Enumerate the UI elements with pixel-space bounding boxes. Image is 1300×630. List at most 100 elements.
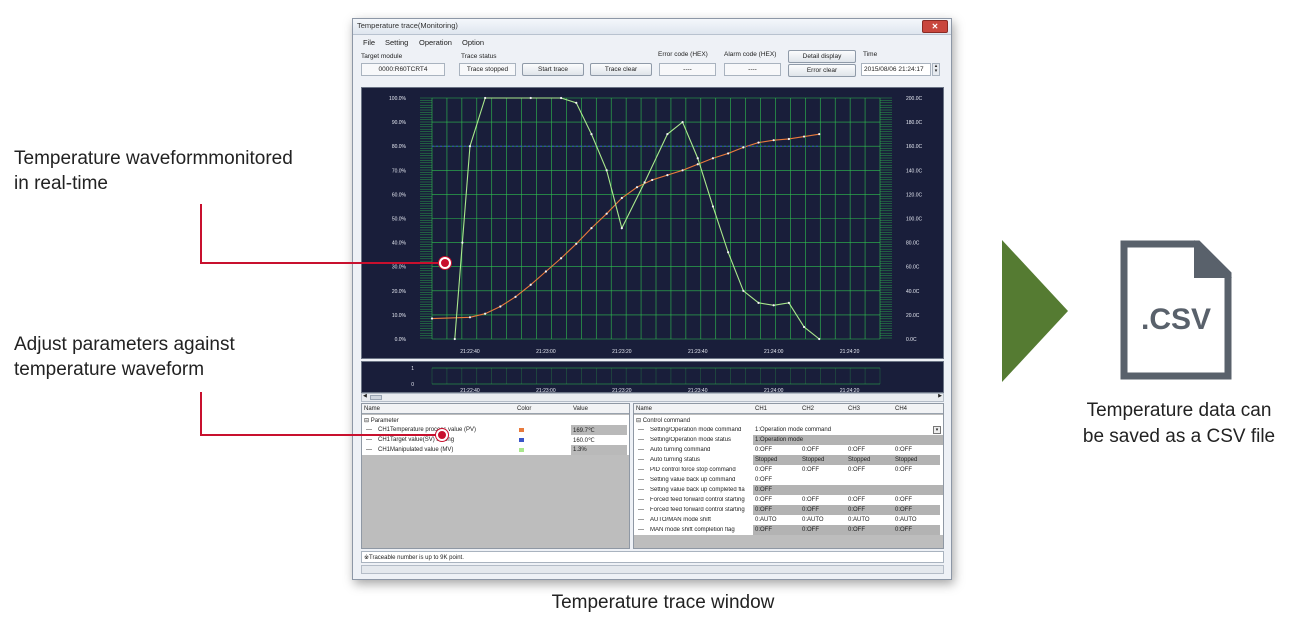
trace-clear-button[interactable]: Trace clear xyxy=(590,63,652,76)
control-value: 0:OFF xyxy=(895,527,913,533)
series-point-3 xyxy=(484,96,487,100)
control-value: 0:AUTO xyxy=(802,517,824,523)
series-point-1 xyxy=(544,270,547,273)
control-table-header: Name CH1 CH2 CH3 CH4 xyxy=(634,404,943,414)
col-ch1: CH1 xyxy=(755,406,768,412)
series-point-1 xyxy=(681,169,684,172)
menu-setting[interactable]: Setting xyxy=(385,38,408,47)
control-value-cell: 0:OFF xyxy=(893,495,940,505)
control-value-cell: 0:OFF xyxy=(753,465,800,475)
menu-option[interactable]: Option xyxy=(462,38,484,47)
y-right-tick-label: 120.0C xyxy=(906,192,923,198)
toolbar: Target module 0000:R60TCRT4 Trace status… xyxy=(353,49,951,85)
time-field[interactable]: 2015/08/06 21:24:17 xyxy=(861,63,931,76)
scroll-right-icon[interactable]: ▶ xyxy=(938,393,942,399)
time-label: Time xyxy=(863,51,878,58)
control-value: 0:OFF xyxy=(895,467,913,473)
y-right-tick-label: 180.0C xyxy=(906,120,923,126)
y-left-tick-label: 100.0% xyxy=(389,96,407,102)
series-point-1 xyxy=(818,133,821,136)
control-row[interactable]: — Setting/Operation mode command 1:Operati… xyxy=(634,425,943,435)
dropdown-arrow-icon[interactable]: ▾ xyxy=(933,426,941,434)
parameter-table-header: Name Color Value xyxy=(362,404,629,414)
close-button[interactable]: ✕ xyxy=(922,20,948,33)
menu-operation[interactable]: Operation xyxy=(419,38,452,47)
control-row[interactable]: — Forced feed forward control starting 0:O… xyxy=(634,495,943,505)
callout-realtime: Temperature waveformmonitored in real-ti… xyxy=(14,146,293,196)
parameter-row[interactable]: — CH1Manipulated value (MV) 1.3% xyxy=(362,445,629,455)
parameter-group-row[interactable]: ⊟ Parameter xyxy=(362,415,629,425)
control-row[interactable]: — Auto turning status Stopped Stopped Stoppe… xyxy=(634,455,943,465)
control-value-cell: Stopped xyxy=(846,455,893,465)
control-name: PID control force stop command xyxy=(650,467,736,473)
series-point-3 xyxy=(787,301,790,304)
y-right-tick-label: 80.0C xyxy=(906,241,920,247)
series-point-1 xyxy=(559,257,563,260)
title-bar: Temperature trace(Monitoring) ✕ xyxy=(353,19,951,35)
callout-csv-line2: be saved as a CSV file xyxy=(1082,426,1276,447)
scroll-thumb[interactable] xyxy=(370,395,382,400)
control-value-cell: 0:AUTO xyxy=(800,515,847,525)
series-point-1 xyxy=(666,174,669,177)
control-value: 0:OFF xyxy=(802,527,820,533)
control-value-cell: 0:OFF xyxy=(753,485,943,495)
series-point-1 xyxy=(499,305,502,308)
note-bar: ※Traceable number is up to 9K point. xyxy=(361,551,944,563)
control-row[interactable]: — PID control force stop command 0:OFF 0:OF… xyxy=(634,465,943,475)
control-value-cell: Stopped xyxy=(753,455,800,465)
alarm-code-label: Alarm code (HEX) xyxy=(724,51,777,58)
control-name: AUTO/MAN mode shift xyxy=(650,517,711,523)
control-value-cell: 0:OFF xyxy=(753,525,800,535)
y-left-tick-label: 20.0% xyxy=(392,289,407,295)
series-point-1 xyxy=(802,135,806,138)
control-row[interactable]: — AUTO/MAN mode shift 0:AUTO 0:AUTO 0:AUTO 0:… xyxy=(634,515,943,525)
control-name: MAN mode shift completion flag xyxy=(650,527,735,533)
control-group-row[interactable]: ⊟ Control command xyxy=(634,415,943,425)
control-value: Stopped xyxy=(802,457,825,463)
start-trace-button[interactable]: Start trace xyxy=(522,63,584,76)
horizontal-scrollbar[interactable]: ◀ ▶ xyxy=(361,393,944,402)
series-point-3 xyxy=(590,133,593,136)
time-spinner[interactable]: ▴ ▾ xyxy=(932,63,940,76)
trace-overview-chart: 1 0 21:22:40 21:23:00 21:23:20 21:23:40 21:24:… xyxy=(361,361,944,394)
control-row[interactable]: — Setting/Operation mode status 1:Operatio… xyxy=(634,435,943,445)
col-ch3: CH3 xyxy=(848,406,861,412)
control-row[interactable]: — Setting value back up completed fla 0:OF… xyxy=(634,485,943,495)
series-point-3 xyxy=(666,133,669,136)
x-tick-label: 21:23:00 xyxy=(536,349,556,355)
control-row[interactable]: — Forced feed forward control starting 0:O… xyxy=(634,505,943,515)
control-value-cell: 0:OFF xyxy=(753,495,800,505)
parameter-row[interactable]: — CH1Target value(SV) setting 160.0℃ xyxy=(362,435,629,445)
control-value-cell[interactable]: 1:Operation mode command ▾ xyxy=(753,425,943,435)
parameter-table: Name Color Value ⊟ Parameter — CH1Temperat… xyxy=(361,403,630,549)
detail-display-button[interactable]: Detail display xyxy=(788,50,856,63)
leader-line-adjust-v xyxy=(200,392,202,436)
error-clear-button[interactable]: Error clear xyxy=(788,64,856,77)
x-tick-label: 21:24:00 xyxy=(764,349,784,355)
control-value-cell: 1:Operation mode xyxy=(753,435,943,445)
control-row[interactable]: — Auto turning command 0:OFF 0:OFF 0:OFF 0:OF… xyxy=(634,445,943,455)
series-point-1 xyxy=(430,317,434,320)
control-value-cell: 0:OFF xyxy=(893,525,940,535)
control-name: Auto turning status xyxy=(650,457,701,463)
csv-extension-label: .CSV xyxy=(1140,303,1212,336)
tree-branch-icon: — xyxy=(638,457,644,463)
target-module-label: Target module xyxy=(361,53,403,60)
tree-branch-icon: — xyxy=(366,427,372,433)
series-point-3 xyxy=(468,145,472,148)
control-value: 0:OFF xyxy=(755,477,773,483)
y-right-tick-label: 60.0C xyxy=(906,265,920,271)
series-point-3 xyxy=(757,301,760,304)
leader-dot-adjust xyxy=(436,429,448,441)
scroll-left-icon[interactable]: ◀ xyxy=(363,393,367,399)
x-tick-label: 21:23:20 xyxy=(612,349,632,355)
control-value: 0:AUTO xyxy=(895,517,917,523)
control-value: Stopped xyxy=(895,457,918,463)
control-row[interactable]: — MAN mode shift completion flag 0:OFF 0:OF… xyxy=(634,525,943,535)
series-point-3 xyxy=(818,337,821,341)
tree-branch-icon: — xyxy=(638,487,644,493)
callout-adjust: Adjust parameters against temperature wa… xyxy=(14,332,235,382)
control-row[interactable]: — Setting value back up command 0:OFF xyxy=(634,475,943,485)
mini-y-tick-label: 0 xyxy=(411,382,414,388)
menu-file[interactable]: File xyxy=(363,38,375,47)
